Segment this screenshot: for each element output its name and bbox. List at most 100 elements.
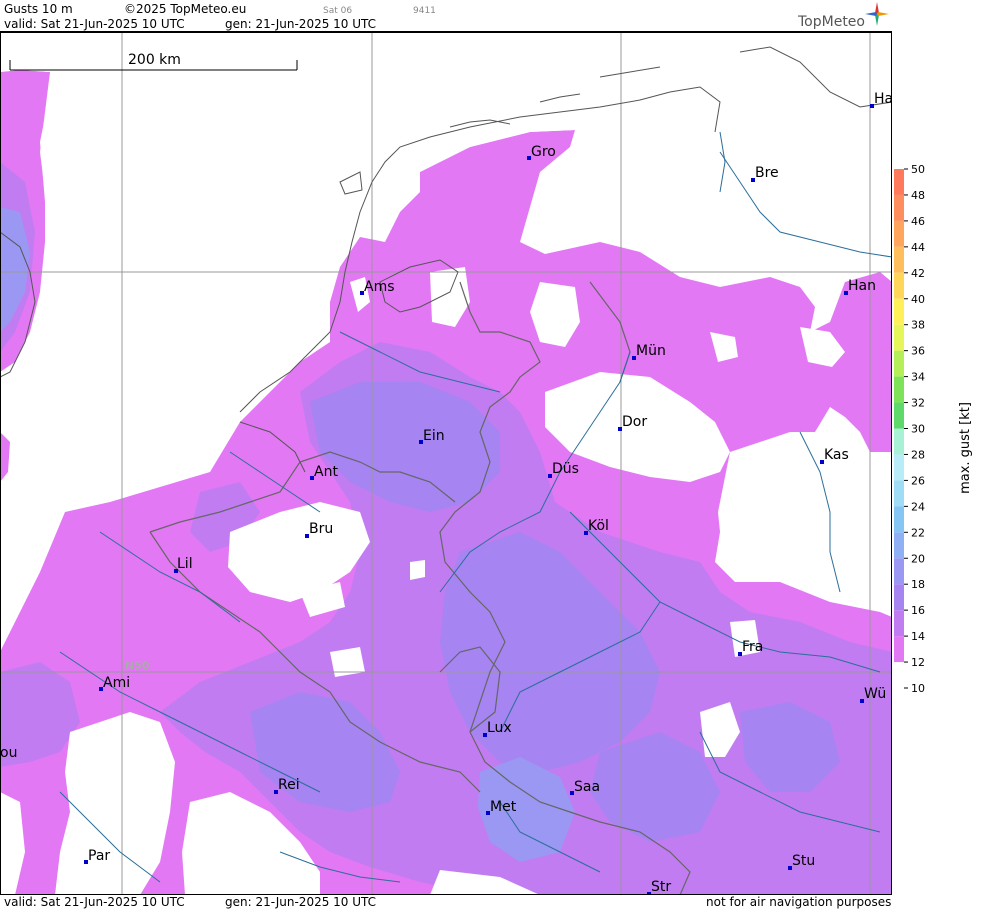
color-legend: 50 48 46 44 42 40 38 36 34 32 30 28 26 24 22 20 18 16 14 12… [892,32,983,895]
legend-band-32-34 [894,376,904,403]
city-ams[interactable]: Ams [360,279,395,295]
parallel-label: N50 [125,659,150,672]
svg-text:Str: Str [651,879,671,895]
city-han[interactable]: Han [844,278,876,295]
legend-tick-label: 38 [911,319,925,332]
svg-text:Ant: Ant [314,464,338,480]
city-met[interactable]: Met [486,799,517,815]
legend-tick-label: 16 [911,604,925,617]
city-gro[interactable]: Gro [527,144,556,160]
svg-text:Ha: Ha [874,91,892,107]
legend-tick-label: 36 [911,345,925,358]
city-bre[interactable]: Bre [751,165,779,182]
svg-text:Ami: Ami [103,675,130,691]
legend-band-48-50 [894,169,904,195]
sat-tag: Sat 06 [323,6,353,16]
legend-tick-label: 34 [911,371,925,384]
legend-tick-label: 40 [911,293,925,306]
city-fra[interactable]: Fra [738,639,763,656]
city-bru[interactable]: Bru [305,521,333,538]
legend-tick-label: 12 [911,656,925,669]
code-tag: 9411 [413,6,436,16]
legend-band-36-38 [894,324,904,351]
legend-tick-label: 50 [911,163,925,176]
svg-text:Met: Met [490,799,517,815]
city-mun[interactable]: Mün [632,343,666,360]
svg-text:Bru: Bru [309,521,333,537]
legend-tick-label: 44 [911,241,925,254]
scale-label: 200 km [128,52,181,68]
legend-tick-label: 30 [911,423,925,436]
svg-text:Düs: Düs [552,461,579,477]
city-ant[interactable]: Ant [310,464,338,480]
city-saa[interactable]: Saa [570,779,600,795]
svg-text:Par: Par [88,848,110,864]
svg-text:Wü: Wü [864,686,886,702]
legend-tick-label: 42 [911,267,925,280]
city-ha[interactable]: Ha [870,91,892,108]
map-canvas: 200 km N50 Gro Bre Ha Ams Han Mün Dor Ei… [0,32,892,895]
city-kol[interactable]: Köl [584,518,609,535]
legend-tick-label: 22 [911,526,925,539]
city-dor[interactable]: Dor [618,414,647,431]
city-kas[interactable]: Kas [820,447,849,464]
svg-text:Han: Han [848,278,876,294]
legend-title: max. gust [kt] [958,402,973,494]
legend-tick-label: 28 [911,448,925,461]
generated-time: gen: 21-Jun-2025 10 UTC [225,17,377,31]
city-lux[interactable]: Lux [483,720,512,737]
footer-valid-time: valid: Sat 21-Jun-2025 10 UTC [4,895,185,909]
city-ou[interactable]: ou [0,745,17,761]
svg-text:Bre: Bre [755,165,779,181]
legend-band-38-40 [894,298,904,325]
svg-text:Köl: Köl [588,518,609,534]
svg-text:Ein: Ein [423,428,445,444]
gust-map[interactable]: 200 km N50 Gro Bre Ha Ams Han Mün Dor Ei… [0,32,892,895]
legend-tick-label: 46 [911,215,925,228]
city-ein[interactable]: Ein [419,428,445,444]
city-stu[interactable]: Stu [788,853,815,870]
legend-band-24-26 [894,480,904,507]
legend-tick-label: 48 [911,189,925,202]
legend-tick-label: 18 [911,578,925,591]
legend-band-30-32 [894,402,904,429]
legend-band-42-44 [894,246,904,273]
city-ami[interactable]: Ami [99,675,130,691]
legend-band-18-20 [894,558,904,585]
svg-text:Mün: Mün [636,343,666,359]
svg-text:Lil: Lil [177,556,193,572]
legend-tick-label: 10 [911,682,925,695]
city-str[interactable]: Str [647,879,671,895]
city-wur[interactable]: Wü [860,686,886,703]
svg-text:Kas: Kas [824,447,849,463]
legend-color-bands [894,169,904,663]
svg-text:Lux: Lux [487,720,512,736]
topmeteo-logo-text: TopMeteo [798,14,865,30]
legend-band-20-22 [894,532,904,559]
copyright-text: ©2025 TopMeteo.eu [124,2,247,16]
legend-band-16-18 [894,584,904,611]
footer-generated-time: gen: 21-Jun-2025 10 UTC [225,895,377,909]
svg-text:Saa: Saa [574,779,600,795]
svg-text:ou: ou [0,745,17,761]
svg-text:Fra: Fra [742,639,763,655]
legend-band-44-46 [894,220,904,247]
valid-time: valid: Sat 21-Jun-2025 10 UTC [4,17,185,31]
svg-text:Rei: Rei [278,777,300,793]
legend-tick-label: 24 [911,500,925,513]
svg-text:Gro: Gro [531,144,556,160]
legend-band-22-24 [894,506,904,533]
city-lil[interactable]: Lil [174,556,193,573]
svg-text:Dor: Dor [622,414,647,430]
legend-band-14-16 [894,610,904,637]
legend-tick-label: 20 [911,552,925,565]
legend-band-46-48 [894,194,904,221]
legend-canvas: 50 48 46 44 42 40 38 36 34 32 30 28 26 24 22 20 18 16 14 12… [894,163,973,695]
city-par[interactable]: Par [84,848,110,864]
legend-tick-label: 26 [911,474,925,487]
legend-tick-label: 14 [911,630,925,643]
city-rei[interactable]: Rei [274,777,300,794]
city-dus[interactable]: Düs [548,461,579,478]
disclaimer: not for air navigation purposes [706,895,892,909]
legend-band-34-36 [894,350,904,377]
